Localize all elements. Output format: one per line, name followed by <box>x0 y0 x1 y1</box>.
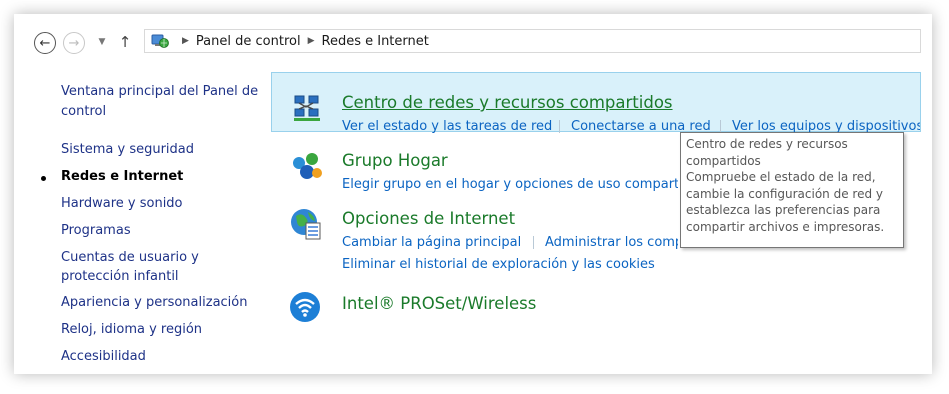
category-title-grupo-hogar[interactable]: Grupo Hogar <box>342 151 448 170</box>
tooltip-line: compartidos <box>686 153 761 168</box>
breadcrumb-panel-de-control[interactable]: Panel de control <box>196 34 301 49</box>
sidebar-item-ventana-principal-line1[interactable]: Ventana principal del Panel de <box>61 83 258 101</box>
sidebar-item-programas[interactable]: Programas <box>61 222 131 240</box>
breadcrumb-separator-icon[interactable]: ▶ <box>308 36 315 46</box>
homegroup-icon[interactable] <box>290 150 324 184</box>
tooltip-line: cambie la configuración de red y <box>686 186 883 201</box>
control-panel-globe-icon <box>151 34 169 48</box>
task-cambiar-pagina-principal[interactable]: Cambiar la página principal <box>342 235 521 250</box>
up-arrow-icon[interactable]: ↑ <box>118 33 132 51</box>
category-title-opciones-internet[interactable]: Opciones de Internet <box>342 209 515 228</box>
category-title-intel-proset-wireless[interactable]: Intel® PROSet/Wireless <box>342 294 536 313</box>
sidebar-item-reloj-idioma[interactable]: Reloj, idioma y región <box>61 321 202 339</box>
task-separator <box>559 120 560 133</box>
sidebar-item-apariencia[interactable]: Apariencia y personalización <box>61 294 247 312</box>
breadcrumb-separator-icon[interactable]: ▶ <box>182 36 189 46</box>
task-elegir-grupo-hogar[interactable]: Elegir grupo en el hogar y opciones de u… <box>342 177 678 192</box>
category-title-centro-redes[interactable]: Centro de redes y recursos compartidos <box>342 93 673 112</box>
tooltip-line: Centro de redes y recursos <box>686 137 848 151</box>
task-administrar-complementos[interactable]: Administrar los complementos <box>545 235 678 250</box>
task-eliminar-historial[interactable]: Eliminar el historial de exploración y l… <box>342 257 655 272</box>
wireless-icon[interactable] <box>288 290 322 324</box>
address-bar[interactable]: ▶ Panel de control ▶ Redes e Internet <box>144 29 921 53</box>
sidebar-item-ventana-principal-line2[interactable]: control <box>61 103 106 121</box>
tooltip-line: establezca las preferencias para <box>686 203 881 217</box>
tooltip-line: compartir archivos e impresoras. <box>686 219 885 234</box>
sidebar-item-hardware-sonido[interactable]: Hardware y sonido <box>61 195 183 213</box>
sidebar-item-redes-internet: Redes e Internet <box>61 169 184 184</box>
back-arrow-icon[interactable]: ← <box>34 32 56 54</box>
network-center-icon[interactable] <box>292 93 322 123</box>
recent-locations-chevron-icon[interactable]: ▼ <box>96 36 108 48</box>
task-separator <box>533 236 534 249</box>
sidebar-item-accesibilidad[interactable]: Accesibilidad <box>61 348 146 366</box>
tooltip: Centro de redes y recursos compartidos C… <box>680 132 904 248</box>
sidebar-item-cuentas-usuario-line2[interactable]: protección infantil <box>61 268 179 286</box>
tooltip-line: Compruebe el estado de la red, <box>686 170 876 184</box>
forward-arrow-icon[interactable]: → <box>63 32 85 54</box>
internet-options-icon[interactable] <box>288 206 324 242</box>
task-ver-estado-red[interactable]: Ver el estado y las tareas de red <box>342 119 552 134</box>
breadcrumb-redes-e-internet[interactable]: Redes e Internet <box>322 34 429 49</box>
sidebar-item-sistema-seguridad[interactable]: Sistema y seguridad <box>61 141 194 159</box>
sidebar-item-cuentas-usuario-line1[interactable]: Cuentas de usuario y <box>61 249 199 267</box>
current-item-bullet-icon <box>41 176 46 181</box>
navigation-bar: ← → ▼ ↑ ▶ Panel de control ▶ Redes e Int… <box>14 14 932 72</box>
